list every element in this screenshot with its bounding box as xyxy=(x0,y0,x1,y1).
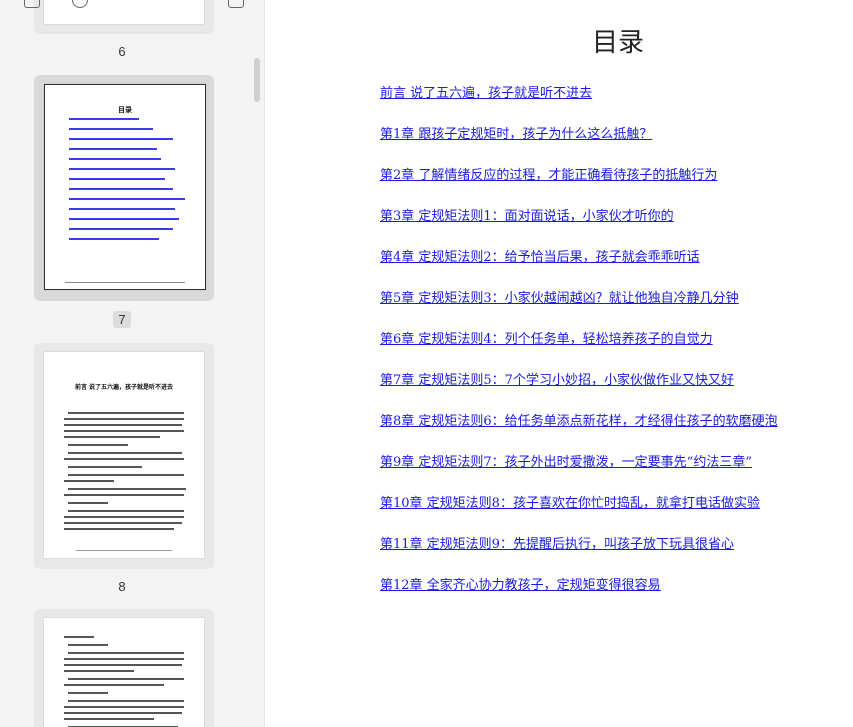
toc-link-chapter-3[interactable]: 第3章 定规矩法则1：面对面说话，小家伙才听你的 xyxy=(380,205,674,224)
thumbnail-sidebar: 6 目录 7 前言 说了五六遍，孩子就是听不进去 8 xyxy=(0,0,265,727)
page-9-preview xyxy=(44,618,204,727)
thumbnail-page-8[interactable]: 前言 说了五六遍，孩子就是听不进去 xyxy=(34,343,214,569)
toc-link-chapter-6[interactable]: 第6章 定规矩法则4：列个任务单，轻松培养孩子的自觉力 xyxy=(380,328,713,347)
page-number-8: 8 xyxy=(118,579,126,594)
toc-link-chapter-8[interactable]: 第8章 定规矩法则6：给任务单添点新花样，才经得住孩子的软磨硬泡 xyxy=(380,410,778,429)
toc-link-chapter-9[interactable]: 第9章 定规矩法则7：孩子外出时爱撒泼，一定要事先“约法三章” xyxy=(380,451,752,470)
toc-link-chapter-11[interactable]: 第11章 定规矩法则9：先提醒后执行，叫孩子放下玩具很省心 xyxy=(380,533,734,552)
toc-link-chapter-1[interactable]: 第1章 跟孩子定规矩时，孩子为什么这么抵触？ xyxy=(380,123,652,142)
mini-toc-title: 目录 xyxy=(118,105,132,114)
page-number-6: 6 xyxy=(118,44,126,59)
toc-link-chapter-5[interactable]: 第5章 定规矩法则3：小家伙越闹越凶？就让他独自冷静几分钟 xyxy=(380,287,739,306)
sidebar-scrollbar[interactable] xyxy=(254,58,260,102)
toc-link-chapter-12[interactable]: 第12章 全家齐心协力教孩子，定规矩变得很容易 xyxy=(380,574,661,593)
page-number-7: 7 xyxy=(0,311,254,328)
document-viewer: 目录 前言 说了五六遍，孩子就是听不进去 第1章 跟孩子定规矩时，孩子为什么这么… xyxy=(278,0,853,727)
toc-link-chapter-2[interactable]: 第2章 了解情绪反应的过程，才能正确看待孩子的抵触行为 xyxy=(380,164,717,183)
page-6-preview xyxy=(44,0,204,24)
mini-page8-heading: 前言 说了五六遍，孩子就是听不进去 xyxy=(74,384,174,391)
page-8-preview: 前言 说了五六遍，孩子就是听不进去 xyxy=(44,352,204,558)
thumbnail-page-7[interactable]: 目录 xyxy=(34,75,214,301)
thumbnail-page-6[interactable] xyxy=(34,0,214,34)
toc-link-chapter-7[interactable]: 第7章 定规矩法则5：7个学习小妙招，小家伙做作业又快又好 xyxy=(380,369,734,388)
toc-link-chapter-10[interactable]: 第10章 定规矩法则8：孩子喜欢在你忙时捣乱，就拿打电话做实验 xyxy=(380,492,760,511)
toc-link-chapter-4[interactable]: 第4章 定规矩法则2：给予恰当后果，孩子就会乖乖听话 xyxy=(380,246,700,265)
thumbnail-page-9[interactable] xyxy=(34,609,214,727)
page-7-preview: 目录 xyxy=(44,84,206,290)
toc-link-preface[interactable]: 前言 说了五六遍，孩子就是听不进去 xyxy=(380,82,592,101)
edit-icon[interactable] xyxy=(228,0,244,8)
toc-title: 目录 xyxy=(591,28,644,58)
rotate-icon[interactable] xyxy=(24,0,40,8)
